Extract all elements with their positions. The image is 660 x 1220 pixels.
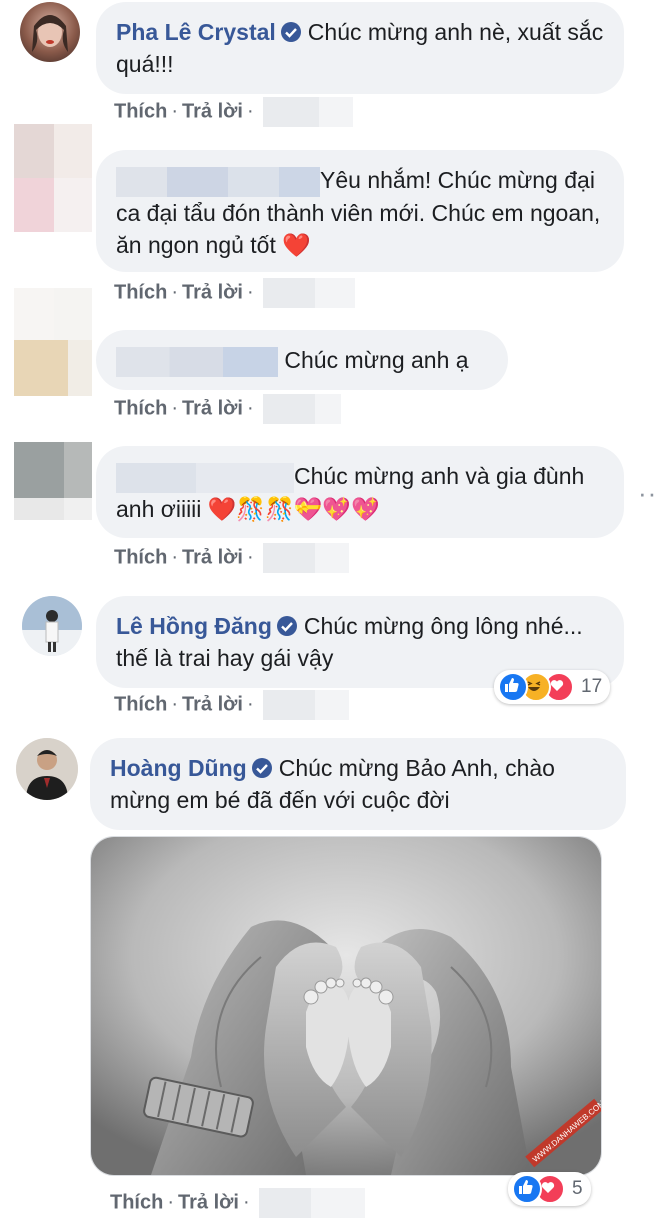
timestamp-redacted (319, 97, 354, 127)
verified-badge-icon (276, 616, 297, 636)
separator-dot: · (167, 1191, 175, 1214)
like-link[interactable]: Thích (114, 100, 167, 122)
timestamp-redacted (263, 97, 320, 127)
separator-dot: · (246, 100, 254, 123)
timestamp-redacted (311, 1188, 366, 1218)
avatar-photo-icon (16, 738, 78, 800)
avatar[interactable] (20, 2, 80, 62)
separator-dot: · (171, 546, 179, 569)
comment-bubble: Yêu nhắm! Chúc mừng đại ca đại tẩu đón t… (96, 150, 624, 272)
like-link[interactable]: Thích (114, 397, 167, 419)
separator-dot: · (246, 397, 254, 420)
reply-link[interactable]: Trả lời (178, 1191, 239, 1213)
author-redacted[interactable] (116, 346, 278, 377)
reply-link[interactable]: Trả lời (182, 100, 243, 122)
separator-dot: · (171, 397, 179, 420)
separator-dot: · (171, 281, 179, 304)
comment-bubble: Chúc mừng anh và gia đùnh anh ơiiiii ❤️🎊… (96, 446, 624, 538)
heart-emoji: ❤️ (282, 231, 311, 258)
timestamp-redacted (259, 1188, 312, 1218)
separator-dot: · (246, 281, 254, 304)
like-link[interactable]: Thích (114, 693, 167, 715)
timestamp-redacted (315, 278, 356, 308)
reply-link[interactable]: Trả lời (182, 281, 243, 303)
like-link[interactable]: Thích (114, 546, 167, 568)
avatar-redacted[interactable] (14, 288, 92, 396)
author-redacted[interactable] (116, 166, 320, 197)
comment-image[interactable]: WWW.DANHAWEB.COM (90, 836, 602, 1176)
author-redacted[interactable] (116, 462, 294, 493)
comment-author[interactable]: Pha Lê Crystal (116, 19, 276, 45)
timestamp-redacted (263, 394, 316, 424)
avatar-photo-icon (22, 596, 82, 656)
comment-bubble: Pha Lê Crystal Chúc mừng anh nè, xuất sắc… (96, 2, 624, 94)
more-options-icon[interactable]: ··· (638, 478, 660, 509)
avatar-redacted[interactable] (14, 442, 92, 520)
comment-actions: Thích · Trả lời · (114, 394, 342, 424)
timestamp-redacted (263, 278, 316, 308)
separator-dot: · (171, 693, 179, 716)
separator-dot: · (246, 546, 254, 569)
verified-badge-icon (251, 758, 272, 778)
reply-link[interactable]: Trả lời (182, 693, 243, 715)
comment-bubble: Hoàng Dũng Chúc mừng Bảo Anh, chào mừng e… (90, 738, 626, 830)
reply-link[interactable]: Trả lời (182, 397, 243, 419)
comment-actions: Thích · Trả lời · (114, 543, 350, 573)
verified-badge-icon (280, 22, 301, 42)
separator-dot: · (246, 693, 254, 716)
avatar-redacted[interactable] (14, 124, 92, 232)
comment-text: Chúc mừng anh ạ (284, 347, 469, 373)
like-icon (498, 672, 528, 702)
timestamp-redacted (315, 690, 350, 720)
like-icon (512, 1174, 542, 1204)
like-link[interactable]: Thích (114, 281, 167, 303)
emoji-row: ❤️🎊🎊💝💖💖 (207, 495, 380, 522)
like-link[interactable]: Thích (110, 1191, 163, 1213)
avatar[interactable] (22, 596, 82, 656)
reply-link[interactable]: Trả lời (182, 546, 243, 568)
comment-actions: Thích · Trả lời · (114, 97, 354, 127)
comment-actions: Thích · Trả lời · (110, 1188, 366, 1218)
comment-actions: Thích · Trả lời · (114, 278, 356, 308)
reaction-count: 17 (581, 676, 603, 697)
reaction-summary[interactable]: 17 (494, 670, 611, 704)
reaction-summary[interactable]: 5 (508, 1172, 591, 1206)
avatar[interactable] (16, 738, 78, 800)
comment-author[interactable]: Lê Hồng Đăng (116, 613, 272, 639)
separator-dot: · (242, 1191, 250, 1214)
avatar-photo-icon (32, 15, 68, 52)
comment-author[interactable]: Hoàng Dũng (110, 755, 247, 781)
baby-feet-heart-hands-photo: WWW.DANHAWEB.COM (91, 837, 601, 1175)
timestamp-redacted (315, 394, 342, 424)
separator-dot: · (171, 100, 179, 123)
timestamp-redacted (315, 543, 350, 573)
reaction-count: 5 (572, 1178, 583, 1199)
comment-bubble: Chúc mừng anh ạ (96, 330, 508, 390)
timestamp-redacted (263, 690, 316, 720)
comment-actions: Thích · Trả lời · (114, 690, 350, 720)
timestamp-redacted (263, 543, 316, 573)
